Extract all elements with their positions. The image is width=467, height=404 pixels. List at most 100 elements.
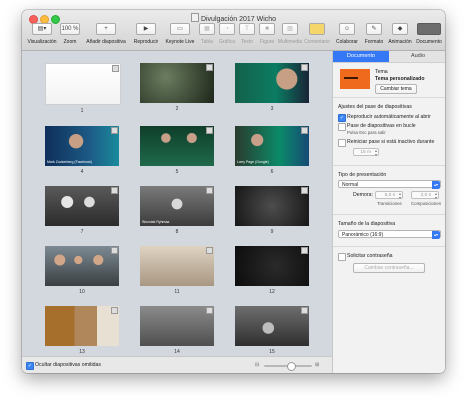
slide-number: 8 (175, 229, 179, 235)
media-icon: ▨ (282, 23, 298, 35)
slide-thumbnail[interactable]: 1 (45, 63, 121, 114)
slide-preview[interactable] (45, 186, 119, 226)
slide-number: 3 (270, 106, 274, 112)
slide-thumbnail[interactable]: 9 (235, 186, 309, 235)
text-button[interactable]: T Texto (237, 23, 257, 45)
tab-documento[interactable]: Documento (333, 51, 389, 62)
restart-label: Reiniciar pase si está inactivo durante (347, 139, 435, 145)
collaborate-icon: ☺ (339, 23, 355, 35)
slide-preview[interactable] (235, 186, 309, 226)
restart-time-stepper[interactable]: 15 m ▴ ▾ (353, 148, 379, 157)
slide-preview[interactable] (140, 246, 214, 286)
slide-thumbnail[interactable]: 11 (140, 246, 214, 295)
animation-button[interactable]: ◆ Animación (386, 23, 414, 45)
chart-button[interactable]: ◔ Gráfica (217, 23, 237, 45)
play-button[interactable]: ▶ Reproducir (129, 23, 163, 45)
presentation-type-select[interactable]: Normal ▴▾ (338, 180, 441, 189)
builds-label: Composiciones (411, 201, 442, 206)
require-password-checkbox[interactable] (338, 253, 346, 261)
loop-checkbox[interactable] (338, 123, 346, 131)
slide-preview[interactable] (140, 306, 214, 346)
slide-badge-icon (112, 65, 119, 72)
slide-badge-icon (301, 187, 308, 194)
visualizacion-button[interactable]: ▤▾ Visualización (25, 23, 59, 45)
autoplay-label: Reproducir automáticamente al abrir (347, 114, 431, 120)
password-section: Solicitar contraseña Cambiar contraseña.… (333, 246, 445, 273)
slide-preview[interactable]: Wozniak Ryhmaa (140, 186, 214, 226)
navigator-footer: ✓ Ocultar diapositivas omitidas ⊟ ⊞ (22, 356, 332, 373)
slide-number: 9 (270, 229, 274, 235)
slide-thumbnail[interactable]: 15 (235, 306, 309, 355)
text-icon: T (239, 23, 255, 35)
slide-preview[interactable]: Larry Page (Google) (235, 126, 309, 166)
slide-preview[interactable] (45, 246, 119, 286)
slide-number: 5 (175, 169, 179, 175)
slide-thumbnail[interactable]: 5 (140, 126, 214, 175)
shape-button[interactable]: ■ Figura (257, 23, 277, 45)
change-password-button[interactable]: Cambiar contraseña... (353, 263, 425, 273)
slide-preview[interactable]: Mark Zuckerberg (Facebook) (45, 126, 119, 166)
slide-badge-icon (301, 64, 308, 71)
table-button[interactable]: ▦ Tabla (197, 23, 217, 45)
media-button[interactable]: ▨ Multimedia (277, 23, 303, 45)
hide-skipped-checkbox[interactable]: ✓ (26, 362, 34, 370)
thumbnail-size-knob[interactable] (287, 362, 296, 371)
slideshow-section: Ajustes del pase de diapositivas ✓ Repro… (333, 97, 445, 157)
window-title: Divulgación 2017 Wicho (22, 13, 445, 23)
slide-preview[interactable] (140, 63, 214, 103)
restart-checkbox[interactable] (338, 139, 346, 147)
builds-delay-stepper[interactable]: 2,0 s ▴ ▾ (411, 191, 439, 200)
slide-thumbnail[interactable]: 12 (235, 246, 309, 295)
slide-preview[interactable] (235, 63, 309, 103)
slide-thumbnail[interactable]: 3 (235, 63, 309, 112)
theme-name: Tema personalizado (375, 76, 425, 82)
slide-thumbnail[interactable]: 10 (45, 246, 119, 295)
document-button[interactable]: Documento (414, 23, 444, 45)
keynote-live-button[interactable]: ▭ Keynote Live (163, 23, 197, 45)
slide-preview[interactable] (45, 63, 121, 105)
autoplay-checkbox[interactable]: ✓ (338, 114, 346, 122)
tab-audio[interactable]: Audio (390, 51, 445, 62)
title-bar: Divulgación 2017 Wicho ▤▾ Visualización … (22, 10, 445, 51)
slide-badge-icon (206, 64, 213, 71)
change-theme-button[interactable]: Cambiar tema (375, 84, 417, 94)
slide-thumbnail[interactable]: Larry Page (Google) 6 (235, 126, 309, 175)
slide-size-select[interactable]: Panorámico (16:9) ▴▾ (338, 230, 441, 239)
slide-preview[interactable] (235, 246, 309, 286)
restart-time-value: 15 m (360, 150, 371, 155)
transitions-delay-stepper[interactable]: 5,0 s ▴ ▾ (375, 191, 403, 200)
slide-thumbnail[interactable]: 13 (45, 306, 119, 355)
format-button[interactable]: ✎ Formato (362, 23, 386, 45)
theme-heading: Tema (375, 69, 388, 75)
diamond-icon: ◆ (392, 23, 408, 35)
slide-number: 1 (80, 108, 84, 114)
slide-thumbnail[interactable]: 14 (140, 306, 214, 355)
slide-thumbnail[interactable]: Wozniak Ryhmaa 8 (140, 186, 214, 235)
slide-number: 15 (269, 349, 275, 355)
comment-button[interactable]: Comentario (303, 23, 331, 45)
slide-number: 7 (80, 229, 84, 235)
delay-label: Demora: (353, 192, 373, 198)
slide-preview[interactable] (140, 126, 214, 166)
slide-preview[interactable] (45, 306, 119, 346)
slide-number: 4 (80, 169, 84, 175)
add-slide-button[interactable]: + Añadir diapositiva (83, 23, 129, 45)
loop-label: Pase de diapositivas en bucle (347, 123, 416, 129)
presentation-heading: Tipo de presentación (338, 172, 387, 178)
slide-badge-icon (301, 247, 308, 254)
slide-thumbnail[interactable]: 7 (45, 186, 119, 235)
slide-badge-icon (206, 187, 213, 194)
collaborate-button[interactable]: ☺ Colaborar (334, 23, 360, 45)
zoom-button[interactable]: 100 % Zoom (59, 23, 81, 45)
zoom-out-icon[interactable]: ⊟ (255, 362, 259, 368)
stepper-arrows-icon: ▴ ▾ (374, 148, 377, 157)
slide-thumbnail[interactable]: Mark Zuckerberg (Facebook) 4 (45, 126, 119, 175)
slide-thumbnail[interactable]: 2 (140, 63, 214, 112)
zoom-in-icon[interactable]: ⊞ (315, 362, 319, 368)
esc-hint: Pulsa Esc para salir (347, 130, 386, 135)
document-inspector: Documento Audio Tema Tema personalizado … (332, 51, 445, 373)
slide-caption: Wozniak Ryhmaa (142, 220, 170, 224)
select-arrows-icon: ▴▾ (432, 181, 440, 189)
inspector-tabs: Documento Audio (333, 51, 445, 63)
slide-preview[interactable] (235, 306, 309, 346)
